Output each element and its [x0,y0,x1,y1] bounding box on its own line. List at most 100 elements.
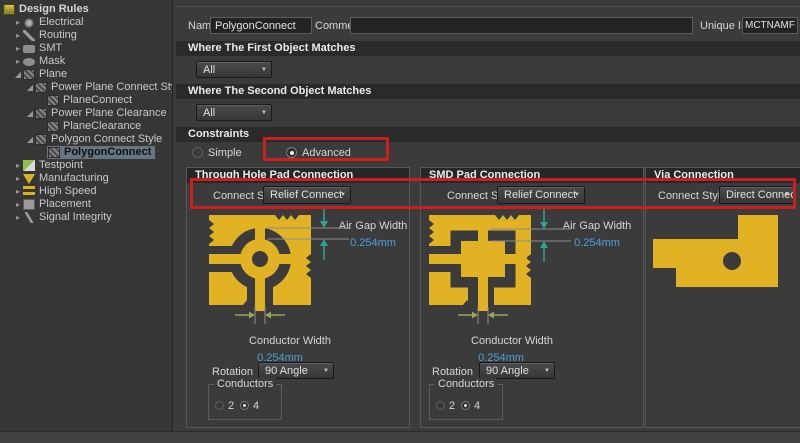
expander-icon[interactable]: ▸ [13,185,23,198]
design-rules-dialog: Design Rules ▸ Electrical ▸ Routing ▸ SM… [0,0,800,443]
chevron-down-icon: ▼ [544,364,550,379]
tree-item-polygonconnect-selected[interactable]: PolygonConnect [0,146,172,159]
panel-splitter [176,6,800,7]
conductors-groupbox: Conductors 2 4 [208,384,282,420]
simple-radio[interactable] [192,147,203,158]
simple-radio-label[interactable]: Simple [208,146,242,160]
name-input[interactable] [210,17,312,34]
expander-icon[interactable]: ▸ [13,172,23,185]
mask-icon [23,58,35,66]
tree-item-high-speed[interactable]: ▸ High Speed [0,185,172,198]
unique-id-input[interactable] [742,17,798,34]
rotation-label: Rotation [432,365,473,379]
tree-item-plane[interactable]: ◢ Plane [0,68,172,81]
chevron-down-icon: ▼ [261,63,267,78]
expander-icon[interactable]: ◢ [13,68,23,81]
high-speed-icon [23,186,35,197]
group-title: Through Hole Pad Connection [187,168,409,183]
through-hole-pad-connection-group: Through Hole Pad Connection Connect Styl… [186,167,410,428]
connect-style-dropdown[interactable]: Direct Connect ▼ [719,186,795,204]
chevron-down-icon: ▼ [574,188,580,203]
bottom-strip [0,431,800,443]
expander-icon[interactable]: ▸ [13,42,23,55]
air-gap-width-label: Air Gap Width [561,219,633,233]
expander-icon[interactable]: ▸ [13,211,23,224]
via-connection-group: Via Connection Connect Style Direct Conn… [645,167,800,428]
advanced-radio[interactable] [286,147,297,158]
smt-icon [23,45,35,53]
tree-item-planeclearance[interactable]: PlaneClearance [0,120,172,133]
second-match-dropdown[interactable]: All ▼ [196,104,272,121]
rule-icon [35,134,47,145]
conductor-width-label: Conductor Width [447,334,577,348]
section-header-constraints: Constraints [176,127,800,142]
expander-icon[interactable]: ▸ [13,159,23,172]
group-title: SMD Pad Connection [421,168,643,183]
conductors-2-radio[interactable] [215,401,224,410]
section-header-second-match: Where The Second Object Matches [176,84,800,99]
expander-icon[interactable]: ▸ [13,55,23,68]
tree-item-polygon-connect-style[interactable]: ◢ Polygon Connect Style [0,133,172,146]
conductors-label: Conductors [214,378,276,391]
rotation-dropdown[interactable]: 90 Angle ▼ [479,362,555,379]
tree-item-smt[interactable]: ▸ SMT [0,42,172,55]
rule-icon [35,82,47,93]
conductors-4-radio[interactable] [240,401,249,410]
tree-item-power-plane-clearance[interactable]: ◢ Power Plane Clearance [0,107,172,120]
via-diagram [646,168,800,429]
rotation-dropdown[interactable]: 90 Angle ▼ [258,362,334,379]
connect-style-dropdown[interactable]: Relief Connect ▼ [263,186,351,204]
plane-icon [23,69,35,80]
routing-icon [23,30,35,41]
expander-icon[interactable]: ◢ [25,107,35,120]
chevron-down-icon: ▼ [261,106,267,121]
conductors-groupbox: Conductors 2 4 [429,384,503,420]
group-title: Via Connection [646,168,800,183]
tree-item-placement[interactable]: ▸ Placement [0,198,172,211]
tree-item-design-rules[interactable]: Design Rules [0,3,172,16]
tree-item-mask[interactable]: ▸ Mask [0,55,172,68]
advanced-radio-label[interactable]: Advanced [302,146,351,160]
air-gap-width-value: 0.254mm [561,236,633,250]
air-gap-width-value: 0.254mm [337,236,409,250]
chevron-down-icon: ▼ [323,364,329,379]
expander-icon[interactable]: ▸ [13,198,23,211]
rule-icon [47,95,59,106]
expander-icon[interactable]: ◢ [25,81,35,94]
connect-style-label: Connect Style [658,189,726,203]
chevron-down-icon: ▼ [784,188,790,203]
signal-integrity-icon [23,212,35,223]
conductors-4-radio[interactable] [461,401,470,410]
rule-icon [35,108,47,119]
rotation-label: Rotation [212,365,253,379]
expander-icon[interactable]: ▸ [13,29,23,42]
expander-icon[interactable]: ▸ [13,16,23,29]
smd-pad-connection-group: SMD Pad Connection Connect Style Relief … [420,167,644,428]
section-header-first-match: Where The First Object Matches [176,41,800,56]
electrical-icon [23,17,35,28]
air-gap-width-label: Air Gap Width [337,219,409,233]
folder-icon [3,4,15,15]
tree-item-planeconnect[interactable]: PlaneConnect [0,94,172,107]
rules-tree-panel: Design Rules ▸ Electrical ▸ Routing ▸ SM… [0,0,173,431]
placement-icon [23,199,35,210]
chevron-down-icon: ▼ [340,188,346,203]
rule-icon [47,121,59,132]
tree-item-electrical[interactable]: ▸ Electrical [0,16,172,29]
connect-style-dropdown[interactable]: Relief Connect ▼ [497,186,585,204]
conductor-width-label: Conductor Width [225,334,355,348]
rule-icon [48,147,60,158]
conductors-2-radio[interactable] [436,401,445,410]
tree-item-power-plane-connect-style[interactable]: ◢ Power Plane Connect Style [0,81,172,94]
manufacturing-icon [23,174,35,184]
first-match-dropdown[interactable]: All ▼ [196,61,272,78]
tree-item-testpoint[interactable]: ▸ Testpoint [0,159,172,172]
conductors-label: Conductors [435,378,497,391]
comment-input[interactable] [350,17,693,34]
expander-icon[interactable]: ◢ [25,133,35,146]
testpoint-icon [23,160,35,171]
tree-item-manufacturing[interactable]: ▸ Manufacturing [0,172,172,185]
tree-item-routing[interactable]: ▸ Routing [0,29,172,42]
tree-selection: PolygonConnect [47,146,155,159]
tree-item-signal-integrity[interactable]: ▸ Signal Integrity [0,211,172,224]
